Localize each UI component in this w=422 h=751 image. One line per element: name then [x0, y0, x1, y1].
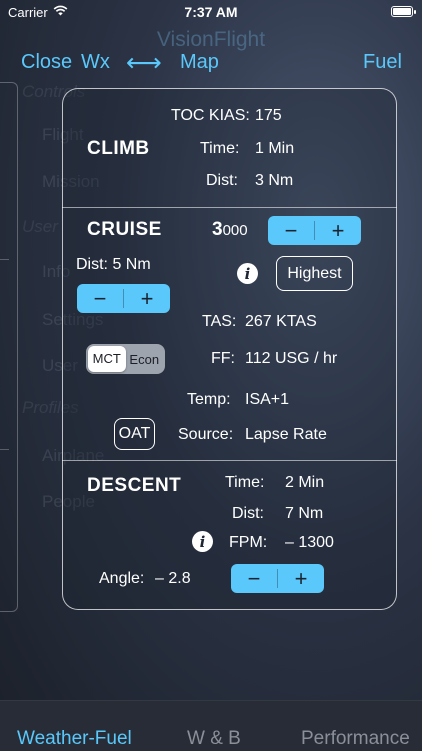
angle-increment-button[interactable]: +	[278, 564, 324, 593]
close-button[interactable]: Close	[21, 51, 72, 74]
cruise-altitude: 3000	[212, 219, 248, 241]
distance-stepper: − +	[77, 284, 170, 313]
clock: 7:37 AM	[184, 4, 238, 20]
section-divider	[62, 460, 397, 461]
econ-option[interactable]: Econ	[126, 352, 164, 367]
cruise-dist: Dist: 5 Nm	[76, 256, 151, 273]
distance-decrement-button[interactable]: −	[77, 284, 123, 313]
swap-arrows-icon[interactable]: ⟷	[126, 48, 162, 78]
tas-value: 267 KTAS	[245, 313, 317, 330]
altitude-thousands: 3	[212, 219, 223, 240]
ff-label: FF:	[211, 350, 235, 367]
altitude-stepper: − +	[268, 216, 361, 245]
temp-value: ISA+1	[245, 391, 290, 408]
altitude-decrement-button[interactable]: −	[268, 216, 314, 245]
mct-option[interactable]: MCT	[88, 346, 126, 372]
angle-label: Angle:	[99, 570, 145, 587]
tab-weather-fuel[interactable]: Weather-Fuel	[17, 728, 132, 750]
climb-dist-label: Dist:	[206, 172, 238, 189]
toc-kias-value: 175	[255, 107, 282, 124]
tab-performance[interactable]: Performance	[301, 728, 410, 750]
section-divider	[62, 207, 397, 208]
status-bar: Carrier 7:37 AM	[0, 0, 422, 24]
background-menu-item: User	[22, 217, 58, 236]
fpm-label: FPM:	[229, 534, 268, 551]
cruise-title: CRUISE	[87, 219, 162, 240]
tab-bar: Weather-Fuel W & B Performance	[0, 700, 422, 751]
ff-value: 112 USG / hr	[245, 350, 338, 367]
climb-dist-value: 3 Nm	[255, 172, 294, 189]
battery-icon	[391, 6, 416, 17]
angle-value: – 2.8	[155, 570, 191, 587]
tas-label: TAS:	[202, 313, 237, 330]
descent-time-value: 2 Min	[285, 474, 325, 491]
altitude-hundreds: 000	[222, 222, 248, 239]
power-setting-toggle: MCT Econ	[86, 344, 165, 374]
source-label: Source:	[178, 426, 234, 443]
altitude-increment-button[interactable]: +	[315, 216, 361, 245]
angle-decrement-button[interactable]: −	[231, 564, 277, 593]
distance-increment-button[interactable]: +	[124, 284, 170, 313]
climb-title: CLIMB	[87, 138, 150, 159]
angle-stepper: − +	[231, 564, 324, 593]
oat-button[interactable]: OAT	[114, 418, 155, 450]
highest-button[interactable]: Highest	[276, 256, 353, 291]
wx-button[interactable]: Wx	[81, 51, 110, 74]
source-value: Lapse Rate	[245, 426, 327, 443]
descent-dist-label: Dist:	[232, 505, 264, 522]
info-icon[interactable]: i	[192, 531, 213, 552]
descent-time-label: Time:	[225, 474, 265, 491]
info-icon[interactable]: i	[237, 263, 258, 284]
map-button[interactable]: Map	[180, 51, 219, 74]
climb-time-value: 1 Min	[255, 140, 295, 157]
fpm-value: – 1300	[285, 534, 334, 551]
descent-dist-value: 7 Nm	[285, 505, 324, 522]
climb-time-label: Time:	[200, 140, 240, 157]
fuel-button[interactable]: Fuel	[363, 51, 402, 74]
toc-kias-label: TOC KIAS:	[171, 107, 250, 124]
tab-weight-balance[interactable]: W & B	[187, 728, 241, 750]
background-app-title: VisionFlight	[156, 28, 266, 51]
temp-label: Temp:	[187, 391, 231, 408]
descent-title: DESCENT	[87, 475, 182, 496]
